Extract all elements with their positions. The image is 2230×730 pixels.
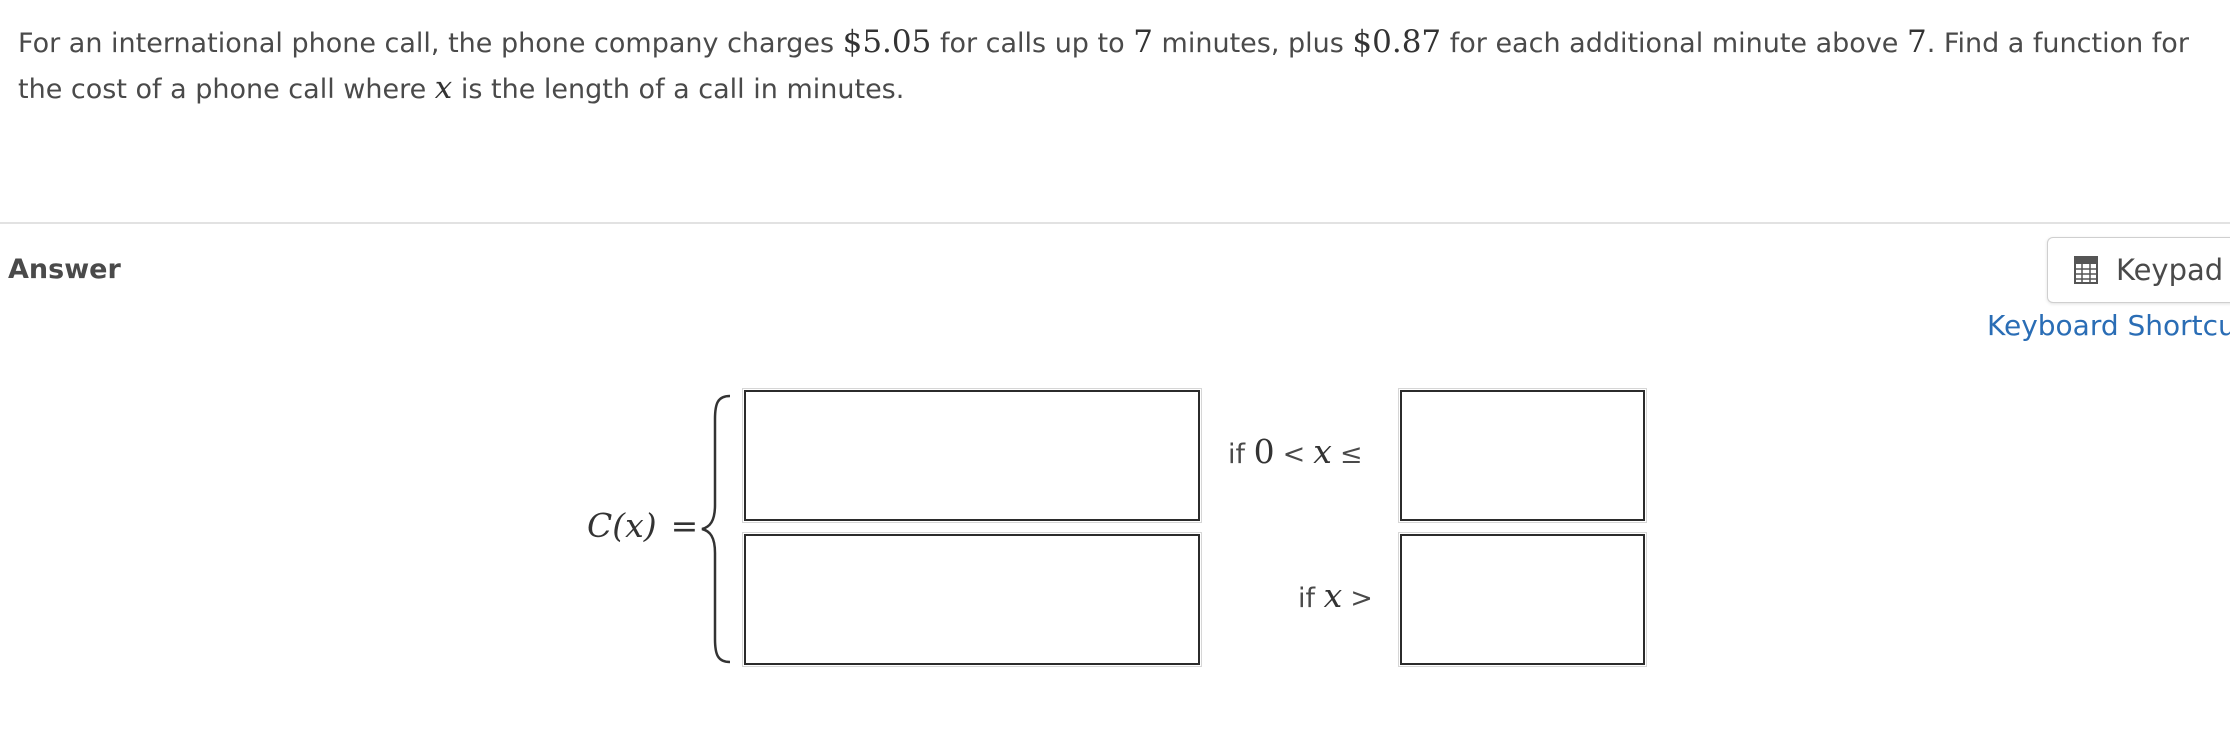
- condition-1: if 0 < x ≤: [1228, 432, 1370, 471]
- equals-sign: =: [670, 506, 699, 545]
- if-word: if: [1228, 439, 1246, 470]
- question-text: For an international phone call, the pho…: [18, 20, 2213, 112]
- question-segment: is the length of a call in minutes.: [452, 74, 905, 105]
- keypad-button[interactable]: Keypad: [2047, 237, 2230, 303]
- base-minutes: 7: [1133, 24, 1153, 60]
- greater-than-sign: >: [1350, 583, 1373, 614]
- expression-input-2[interactable]: [742, 532, 1202, 667]
- base-price: $5.05: [842, 24, 932, 60]
- lower-bound-value: 0: [1253, 432, 1275, 471]
- question-segment: for calls up to: [931, 28, 1134, 59]
- keyboard-shortcuts-link[interactable]: Keyboard Shortcuts: [1987, 309, 2230, 342]
- lower-bound-input[interactable]: [1398, 532, 1647, 667]
- section-divider: [0, 222, 2230, 224]
- condition-variable: x: [1323, 576, 1343, 615]
- expression-input-1[interactable]: [742, 388, 1202, 523]
- answer-heading: Answer: [8, 254, 121, 285]
- question-segment: for each additional minute above: [1441, 28, 1907, 59]
- question-segment: minutes, plus: [1152, 28, 1353, 59]
- extra-price: $0.87: [1352, 24, 1442, 60]
- if-word: if: [1298, 583, 1316, 614]
- less-than-sign: <: [1282, 439, 1306, 470]
- function-name: C(x): [587, 506, 657, 545]
- condition-variable: x: [1313, 432, 1332, 471]
- piecewise-brace: [701, 394, 731, 664]
- condition-2: if x >: [1298, 576, 1381, 615]
- keypad-label: Keypad: [2116, 253, 2224, 287]
- upper-bound-input[interactable]: [1398, 388, 1647, 523]
- less-equal-sign: ≤: [1339, 439, 1363, 470]
- calculator-icon: [2074, 256, 2098, 284]
- variable-x: x: [434, 70, 453, 106]
- function-label: C(x) =: [587, 506, 698, 545]
- minutes-threshold: 7: [1907, 24, 1927, 60]
- question-segment: For an international phone call, the pho…: [18, 28, 843, 59]
